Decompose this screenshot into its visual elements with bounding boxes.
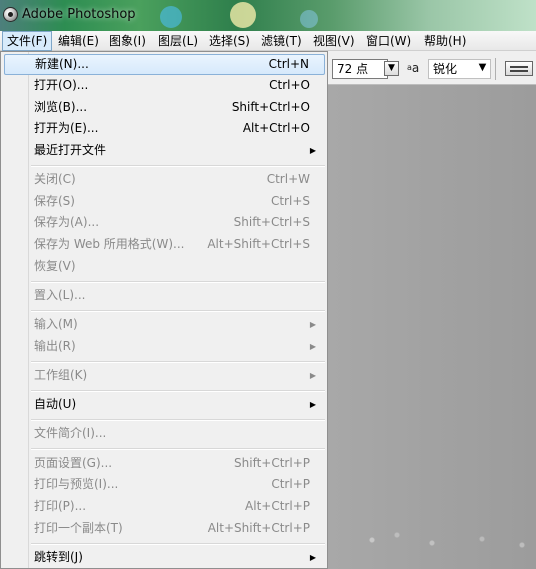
title-bar-decoration <box>230 2 256 28</box>
menu-separator <box>31 390 325 392</box>
title-bar: Adobe Photoshop <box>0 0 536 31</box>
menu-item-shortcut: Alt+Ctrl+O <box>242 121 310 135</box>
submenu-arrow-icon: ▶ <box>309 342 316 351</box>
photoshop-app-icon <box>3 7 18 22</box>
menu-item-revert[interactable]: 恢复(V) <box>4 256 325 277</box>
submenu-arrow-icon: ▶ <box>309 400 316 409</box>
font-size-dropdown-arrow[interactable]: ▼ <box>384 61 399 76</box>
menu-separator <box>31 419 325 421</box>
antialias-icon-letter: a <box>411 61 420 75</box>
menu-item-print-preview[interactable]: 打印与预览(I)... Ctrl+P <box>4 474 325 495</box>
menu-item-label: 新建(N)... <box>35 57 89 71</box>
menu-item-save-as[interactable]: 保存为(A)... Shift+Ctrl+S <box>4 212 325 233</box>
menu-item-page-setup[interactable]: 页面设置(G)... Shift+Ctrl+P <box>4 453 325 474</box>
menu-item-place[interactable]: 置入(L)... <box>4 285 325 306</box>
menu-item-browse[interactable]: 浏览(B)... Shift+Ctrl+O <box>4 97 325 118</box>
menu-layer[interactable]: 图层(L) <box>154 31 202 51</box>
menu-item-label: 关闭(C) <box>34 172 76 186</box>
canvas-texture <box>362 525 532 560</box>
menu-item-save[interactable]: 保存(S) Ctrl+S <box>4 191 325 212</box>
menu-item-shortcut: Ctrl+W <box>266 172 310 186</box>
menu-edit[interactable]: 编辑(E) <box>54 31 103 51</box>
menu-item-label: 置入(L)... <box>34 288 86 302</box>
menu-item-save-for-web[interactable]: 保存为 Web 所用格式(W)... Alt+Shift+Ctrl+S <box>4 234 325 255</box>
text-align-left-icon[interactable] <box>505 61 533 76</box>
photoshop-window: Adobe Photoshop 文件(F) 编辑(E) 图象(I) 图层(L) … <box>0 0 536 569</box>
menu-select[interactable]: 选择(S) <box>205 31 254 51</box>
menu-item-label: 保存(S) <box>34 194 75 208</box>
menu-item-shortcut: Shift+Ctrl+P <box>234 456 310 470</box>
menu-item-print[interactable]: 打印(P)... Alt+Ctrl+P <box>4 496 325 517</box>
menu-item-label: 保存为 Web 所用格式(W)... <box>34 237 185 251</box>
menu-item-label: 页面设置(G)... <box>34 456 113 470</box>
menu-separator <box>31 448 325 450</box>
menu-separator <box>31 361 325 363</box>
menu-item-shortcut: Ctrl+S <box>270 194 310 208</box>
menu-item-jump-to[interactable]: 跳转到(J) ▶ <box>4 547 325 568</box>
menu-item-label: 恢复(V) <box>34 259 76 273</box>
menu-help[interactable]: 帮助(H) <box>420 31 470 51</box>
menu-item-label: 打印一个副本(T) <box>34 521 123 535</box>
menu-item-shortcut: Shift+Ctrl+S <box>233 215 310 229</box>
menu-item-shortcut: Ctrl+O <box>269 78 310 92</box>
menu-file[interactable]: 文件(F) <box>2 31 53 51</box>
menu-item-label: 跳转到(J) <box>34 550 83 564</box>
menu-item-print-one-copy[interactable]: 打印一个副本(T) Alt+Shift+Ctrl+P <box>4 518 325 539</box>
menu-item-label: 文件简介(I)... <box>34 426 107 440</box>
submenu-arrow-icon: ▶ <box>309 371 316 380</box>
menu-item-open[interactable]: 打开(O)... Ctrl+O <box>4 75 325 96</box>
submenu-arrow-icon: ▶ <box>309 146 316 155</box>
toolbar-separator <box>495 58 496 80</box>
window-title: Adobe Photoshop <box>22 7 136 22</box>
menu-item-label: 自动(U) <box>34 397 77 411</box>
menu-item-label: 输入(M) <box>34 317 78 331</box>
title-bar-decoration <box>300 10 318 28</box>
menu-item-shortcut: Alt+Ctrl+P <box>245 499 310 513</box>
menu-item-new[interactable]: 新建(N)... Ctrl+N <box>4 54 325 75</box>
menu-item-label: 工作组(K) <box>34 368 88 382</box>
menu-item-export[interactable]: 输出(R) ▶ <box>4 336 325 357</box>
menu-item-label: 打开为(E)... <box>34 121 99 135</box>
menu-bar: 文件(F) 编辑(E) 图象(I) 图层(L) 选择(S) 滤镜(T) 视图(V… <box>0 31 536 51</box>
menu-item-recent-files[interactable]: 最近打开文件 ▶ <box>4 140 325 161</box>
menu-item-shortcut: Alt+Shift+Ctrl+P <box>207 521 310 535</box>
antialias-icon: aa <box>407 59 419 77</box>
menu-item-shortcut: Shift+Ctrl+O <box>231 100 310 114</box>
menu-separator <box>31 281 325 283</box>
menu-item-close[interactable]: 关闭(C) Ctrl+W <box>4 169 325 190</box>
menu-view[interactable]: 视图(V) <box>309 31 359 51</box>
menu-item-shortcut: Ctrl+P <box>271 477 310 491</box>
menu-item-label: 保存为(A)... <box>34 215 100 229</box>
menu-separator <box>31 543 325 545</box>
submenu-arrow-icon: ▶ <box>309 320 316 329</box>
menu-item-label: 浏览(B)... <box>34 100 88 114</box>
file-menu-dropdown: 新建(N)... Ctrl+N 打开(O)... Ctrl+O 浏览(B)...… <box>0 51 328 569</box>
menu-item-shortcut: Alt+Shift+Ctrl+S <box>207 237 310 251</box>
menu-item-label: 打开(O)... <box>34 78 89 92</box>
menu-item-label: 打印(P)... <box>34 499 87 513</box>
menu-item-shortcut: Ctrl+N <box>268 57 309 71</box>
options-toolbar: 72 点 ▼ aa 锐化 ▼ <box>327 51 536 85</box>
menu-separator <box>31 165 325 167</box>
menu-item-label: 打印与预览(I)... <box>34 477 119 491</box>
menu-item-automate[interactable]: 自动(U) ▶ <box>4 394 325 415</box>
submenu-arrow-icon: ▶ <box>309 553 316 562</box>
menu-image[interactable]: 图象(I) <box>105 31 150 51</box>
menu-item-import[interactable]: 输入(M) ▶ <box>4 314 325 335</box>
menu-item-label: 输出(R) <box>34 339 76 353</box>
menu-item-label: 最近打开文件 <box>34 143 107 157</box>
title-bar-decoration <box>160 6 182 28</box>
font-size-field[interactable]: 72 点 <box>332 59 388 79</box>
menu-filter[interactable]: 滤镜(T) <box>257 31 306 51</box>
menu-item-workgroup[interactable]: 工作组(K) ▶ <box>4 365 325 386</box>
antialias-dropdown-arrow[interactable]: ▼ <box>475 61 490 76</box>
menu-separator <box>31 310 325 312</box>
workspace-canvas <box>327 85 536 569</box>
menu-item-file-info[interactable]: 文件简介(I)... <box>4 423 325 444</box>
menu-window[interactable]: 窗口(W) <box>362 31 415 51</box>
menu-item-open-as[interactable]: 打开为(E)... Alt+Ctrl+O <box>4 118 325 139</box>
